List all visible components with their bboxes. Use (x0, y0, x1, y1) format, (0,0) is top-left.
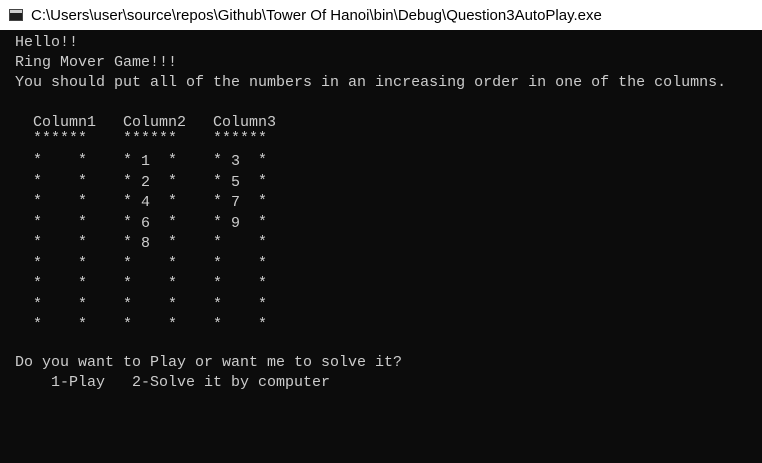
column-right-border: * (168, 275, 178, 292)
column-left-border: * (33, 234, 43, 251)
column-right-border: * (78, 316, 88, 333)
ring-number: 4 (141, 194, 151, 211)
column-left-border: * (213, 213, 223, 231)
window-title: C:\Users\user\source\repos\Github\Tower … (31, 6, 602, 24)
game-title-line: Ring Mover Game!!! (15, 54, 178, 71)
column-right-border: * (258, 295, 268, 313)
column-right-border: * (168, 254, 178, 272)
column-left-border: * (123, 172, 133, 190)
column-right-border: * (168, 152, 178, 169)
column-right-border: * (258, 213, 268, 231)
column-left-border: * (123, 295, 133, 313)
column-left-border: * (213, 254, 223, 272)
column-left-border: * (213, 172, 223, 190)
ring-number: 3 (231, 153, 241, 170)
ring-number: 7 (231, 194, 241, 211)
column-left-border: * (123, 152, 133, 169)
column-right-border: * (258, 152, 268, 169)
column-right-border: * (78, 234, 88, 251)
column-left-border: * (213, 316, 223, 333)
column-divider: ****** (213, 130, 268, 147)
column-left-border: * (33, 254, 43, 272)
column-left-border: * (213, 275, 223, 292)
column-left-border: * (33, 295, 43, 313)
ring-number: 9 (231, 214, 241, 232)
column-right-border: * (258, 254, 268, 272)
column-right-border: * (168, 172, 178, 190)
column-right-border: * (78, 254, 88, 272)
ring-number: 6 (141, 214, 151, 232)
column-left-border: * (213, 234, 223, 251)
column-right-border: * (78, 172, 88, 190)
column-left-border: * (33, 213, 43, 231)
column-divider: ****** (33, 130, 88, 147)
column-right-border: * (168, 213, 178, 231)
column-right-border: * (168, 316, 178, 333)
ring-number: 2 (141, 173, 151, 191)
column-left-border: * (213, 295, 223, 313)
column-right-border: * (78, 213, 88, 231)
column-right-border: * (78, 152, 88, 169)
instruction-line: You should put all of the numbers in an … (15, 74, 727, 91)
column-right-border: * (258, 172, 268, 190)
column-right-border: * (168, 193, 178, 210)
column-left-border: * (33, 316, 43, 333)
console-output[interactable]: Hello!! Ring Mover Game!!! You should pu… (0, 30, 762, 463)
prompt-line: Do you want to Play or want me to solve … (15, 354, 403, 371)
column-left-border: * (123, 213, 133, 231)
column-right-border: * (258, 316, 268, 333)
column-left-border: * (123, 316, 133, 333)
console-app-icon (9, 9, 23, 21)
column-left-border: * (123, 193, 133, 210)
column-right-border: * (78, 193, 88, 210)
column-left-border: * (123, 254, 133, 272)
ring-number: 5 (231, 173, 241, 191)
column-left-border: * (213, 152, 223, 169)
column-left-border: * (123, 234, 133, 251)
column-right-border: * (258, 275, 268, 292)
column-left-border: * (123, 275, 133, 292)
column-right-border: * (258, 234, 268, 251)
column-right-border: * (168, 234, 178, 251)
column-right-border: * (78, 275, 88, 292)
ring-number: 1 (141, 153, 151, 170)
column-left-border: * (33, 152, 43, 169)
column-left-border: * (33, 172, 43, 190)
column-right-border: * (258, 193, 268, 210)
greeting-line: Hello!! (15, 34, 79, 51)
column-right-border: * (78, 295, 88, 313)
column-left-border: * (33, 275, 43, 292)
options-line: 1-Play 2-Solve it by computer (51, 374, 331, 391)
ring-number: 8 (141, 235, 151, 252)
column-left-border: * (213, 193, 223, 210)
title-bar[interactable]: C:\Users\user\source\repos\Github\Tower … (0, 0, 762, 30)
column-divider: ****** (123, 130, 178, 147)
column-right-border: * (168, 295, 178, 313)
column-left-border: * (33, 193, 43, 210)
